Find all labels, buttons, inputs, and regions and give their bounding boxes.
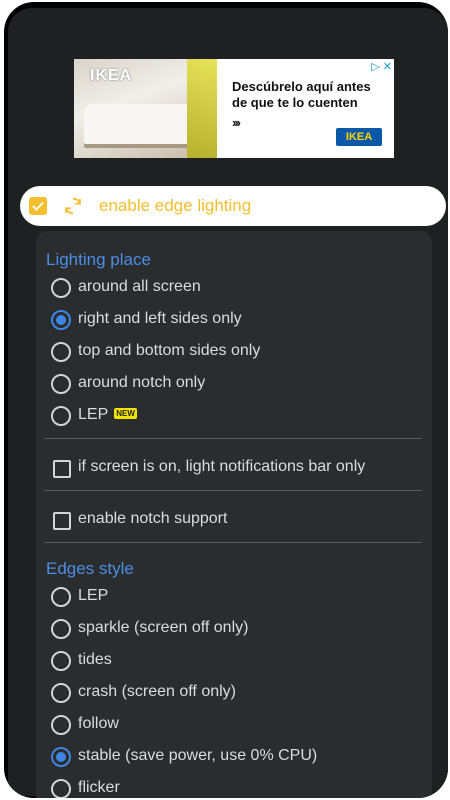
radio-top-bottom-sides[interactable]: top and bottom sides only (46, 337, 406, 367)
checkbox[interactable] (53, 512, 71, 530)
option-label: if screen is on, light notifications bar… (78, 458, 366, 475)
ad-image-stripe (187, 59, 217, 158)
adchoices-icon[interactable]: ▷ (371, 61, 379, 73)
enable-label: enable edge lighting (99, 196, 252, 215)
radio-button[interactable] (51, 406, 71, 426)
radio-sparkle[interactable]: sparkle (screen off only) (46, 614, 406, 644)
radio-follow[interactable]: follow (46, 710, 406, 740)
option-label: LEP (78, 587, 109, 604)
radio-button[interactable] (51, 651, 71, 671)
radio-edge-lep[interactable]: LEP (46, 582, 406, 612)
radio-button[interactable] (51, 278, 71, 298)
option-label: tides (78, 651, 112, 668)
ad-arrows: ››› (232, 115, 241, 130)
option-label: flicker (78, 779, 120, 796)
ad-headline: Descúbrelo aquí antes de que te lo cuent… (232, 79, 371, 110)
option-label: follow (78, 715, 119, 732)
lighting-place-title: Lighting place (46, 250, 151, 269)
option-text: LEP (78, 406, 109, 423)
ad-banner[interactable]: IKEA Descúbrelo aquí antes de que te lo … (74, 59, 394, 158)
checkbox-notch-support[interactable]: enable notch support (46, 505, 406, 535)
radio-button[interactable] (51, 342, 71, 362)
radio-button[interactable] (51, 779, 71, 798)
radio-button[interactable] (51, 374, 71, 394)
radio-around-notch[interactable]: around notch only (46, 369, 406, 399)
edges-style-title: Edges style (46, 559, 134, 578)
option-label: top and bottom sides only (78, 342, 261, 359)
check-icon (32, 201, 44, 211)
radio-button-selected[interactable] (51, 747, 71, 767)
option-label: right and left sides only (78, 310, 242, 327)
radio-button[interactable] (51, 683, 71, 703)
sync-icon (65, 197, 81, 215)
bed-illustration (84, 104, 194, 144)
divider (44, 438, 422, 439)
radio-stable[interactable]: stable (save power, use 0% CPU) (46, 742, 406, 772)
phone-frame: IKEA Descúbrelo aquí antes de que te lo … (4, 2, 448, 798)
divider (44, 542, 422, 543)
option-label: enable notch support (78, 510, 228, 527)
close-x-icon[interactable]: ✕ (383, 61, 392, 73)
enable-checkbox[interactable] (29, 197, 47, 215)
divider (44, 490, 422, 491)
ikea-logo: IKEA (336, 128, 382, 146)
option-label: around notch only (78, 374, 206, 391)
option-label: LEP NEW (78, 406, 137, 424)
radio-button[interactable] (51, 715, 71, 735)
radio-right-left-sides[interactable]: right and left sides only (46, 305, 406, 335)
option-label: around all screen (78, 278, 201, 295)
checkbox-notifications-bar[interactable]: if screen is on, light notifications bar… (46, 453, 406, 483)
app-screen: IKEA Descúbrelo aquí antes de que te lo … (8, 8, 448, 798)
new-badge: NEW (114, 408, 137, 419)
option-label: sparkle (screen off only) (78, 619, 249, 636)
radio-button[interactable] (51, 619, 71, 639)
adchoices-controls[interactable]: ▷ ✕ (371, 61, 392, 73)
radio-crash[interactable]: crash (screen off only) (46, 678, 406, 708)
radio-button[interactable] (51, 587, 71, 607)
radio-tides[interactable]: tides (46, 646, 406, 676)
radio-lep[interactable]: LEP NEW (46, 401, 406, 431)
option-label: crash (screen off only) (78, 683, 236, 700)
radio-button-selected[interactable] (51, 310, 71, 330)
enable-edge-lighting-toggle[interactable]: enable edge lighting (20, 186, 446, 226)
radio-around-all-screen[interactable]: around all screen (46, 273, 406, 303)
radio-flicker[interactable]: flicker (46, 774, 406, 798)
checkbox[interactable] (53, 460, 71, 478)
ad-brand-name: IKEA (90, 67, 133, 84)
ad-image: IKEA (74, 59, 217, 158)
option-label: stable (save power, use 0% CPU) (78, 747, 318, 764)
settings-panel: Lighting place around all screen right a… (36, 231, 432, 798)
